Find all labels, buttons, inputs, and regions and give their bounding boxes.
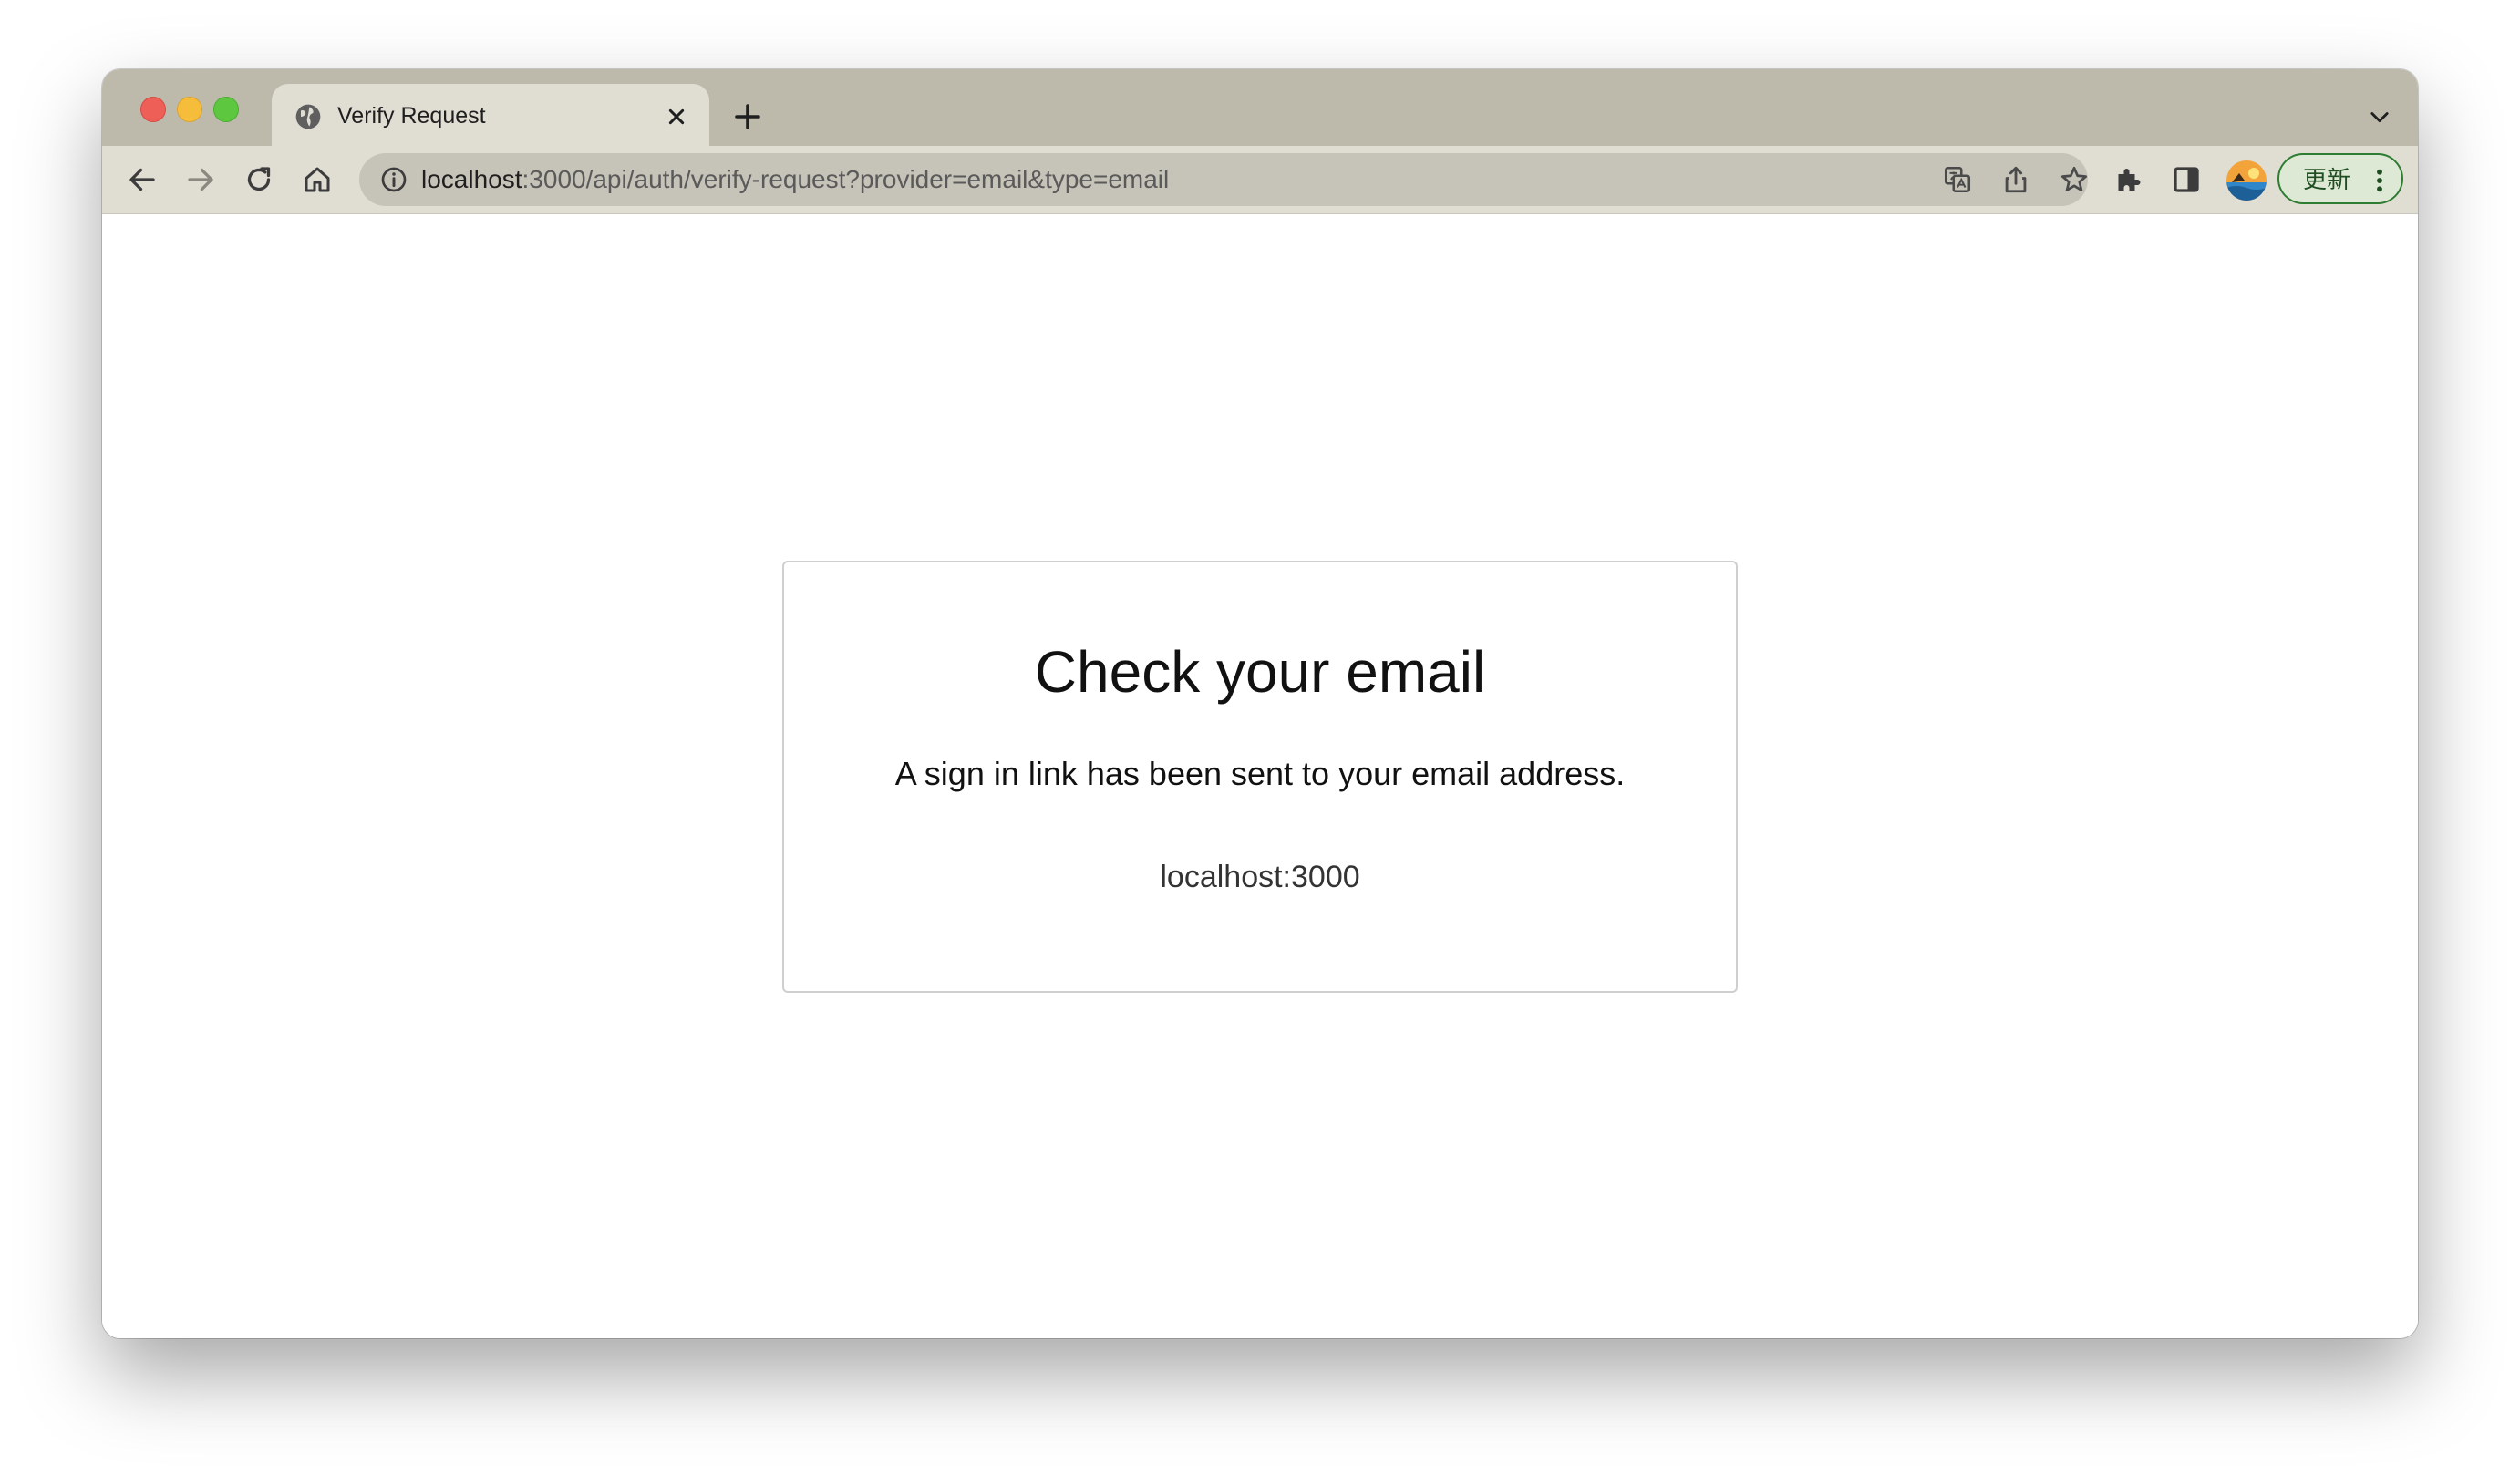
maximize-window-button[interactable] bbox=[213, 97, 239, 122]
home-icon[interactable] bbox=[301, 163, 334, 196]
verify-message: A sign in link has been sent to your ema… bbox=[894, 755, 1626, 792]
update-button[interactable]: 更新 bbox=[2277, 153, 2403, 204]
translate-icon[interactable] bbox=[1942, 164, 1973, 195]
site-host-text: localhost:3000 bbox=[1160, 860, 1360, 894]
url-text[interactable]: localhost:3000/api/auth/verify-request?p… bbox=[421, 164, 1169, 195]
verify-card: Check your email A sign in link has been… bbox=[782, 561, 1738, 993]
forward-icon[interactable] bbox=[184, 163, 217, 196]
tab-bar: Verify Request bbox=[102, 69, 2418, 146]
close-window-button[interactable] bbox=[140, 97, 166, 122]
back-icon[interactable] bbox=[126, 163, 159, 196]
bookmark-star-icon[interactable] bbox=[2059, 164, 2090, 195]
minimize-window-button[interactable] bbox=[177, 97, 202, 122]
url-host: localhost bbox=[421, 165, 522, 193]
avatar-image bbox=[2226, 160, 2267, 201]
update-button-label: 更新 bbox=[2303, 166, 2351, 193]
browser-window: Verify Request localhost:3000/api/auth/v… bbox=[102, 69, 2418, 1338]
url-path: :3000/api/auth/verify-request?provider=e… bbox=[522, 165, 1170, 193]
toolbar: localhost:3000/api/auth/verify-request?p… bbox=[102, 146, 2418, 214]
globe-icon bbox=[295, 104, 321, 129]
page-title: Check your email bbox=[1034, 639, 1486, 705]
tab-title: Verify Request bbox=[337, 103, 486, 129]
address-bar[interactable]: localhost:3000/api/auth/verify-request?p… bbox=[359, 153, 2088, 206]
page-content: Check your email A sign in link has been… bbox=[102, 214, 2418, 1338]
extensions-icon[interactable] bbox=[2112, 163, 2144, 196]
chevron-down-icon[interactable] bbox=[2367, 104, 2392, 129]
new-tab-icon[interactable] bbox=[731, 100, 764, 133]
close-tab-icon[interactable] bbox=[662, 102, 691, 131]
more-vert-icon bbox=[2377, 169, 2382, 192]
side-panel-icon[interactable] bbox=[2170, 163, 2203, 196]
share-icon[interactable] bbox=[2000, 164, 2031, 195]
site-info-icon[interactable] bbox=[379, 165, 408, 194]
reload-icon[interactable] bbox=[243, 163, 275, 196]
profile-avatar[interactable] bbox=[2226, 160, 2267, 201]
tab-verify-request[interactable]: Verify Request bbox=[272, 84, 709, 146]
